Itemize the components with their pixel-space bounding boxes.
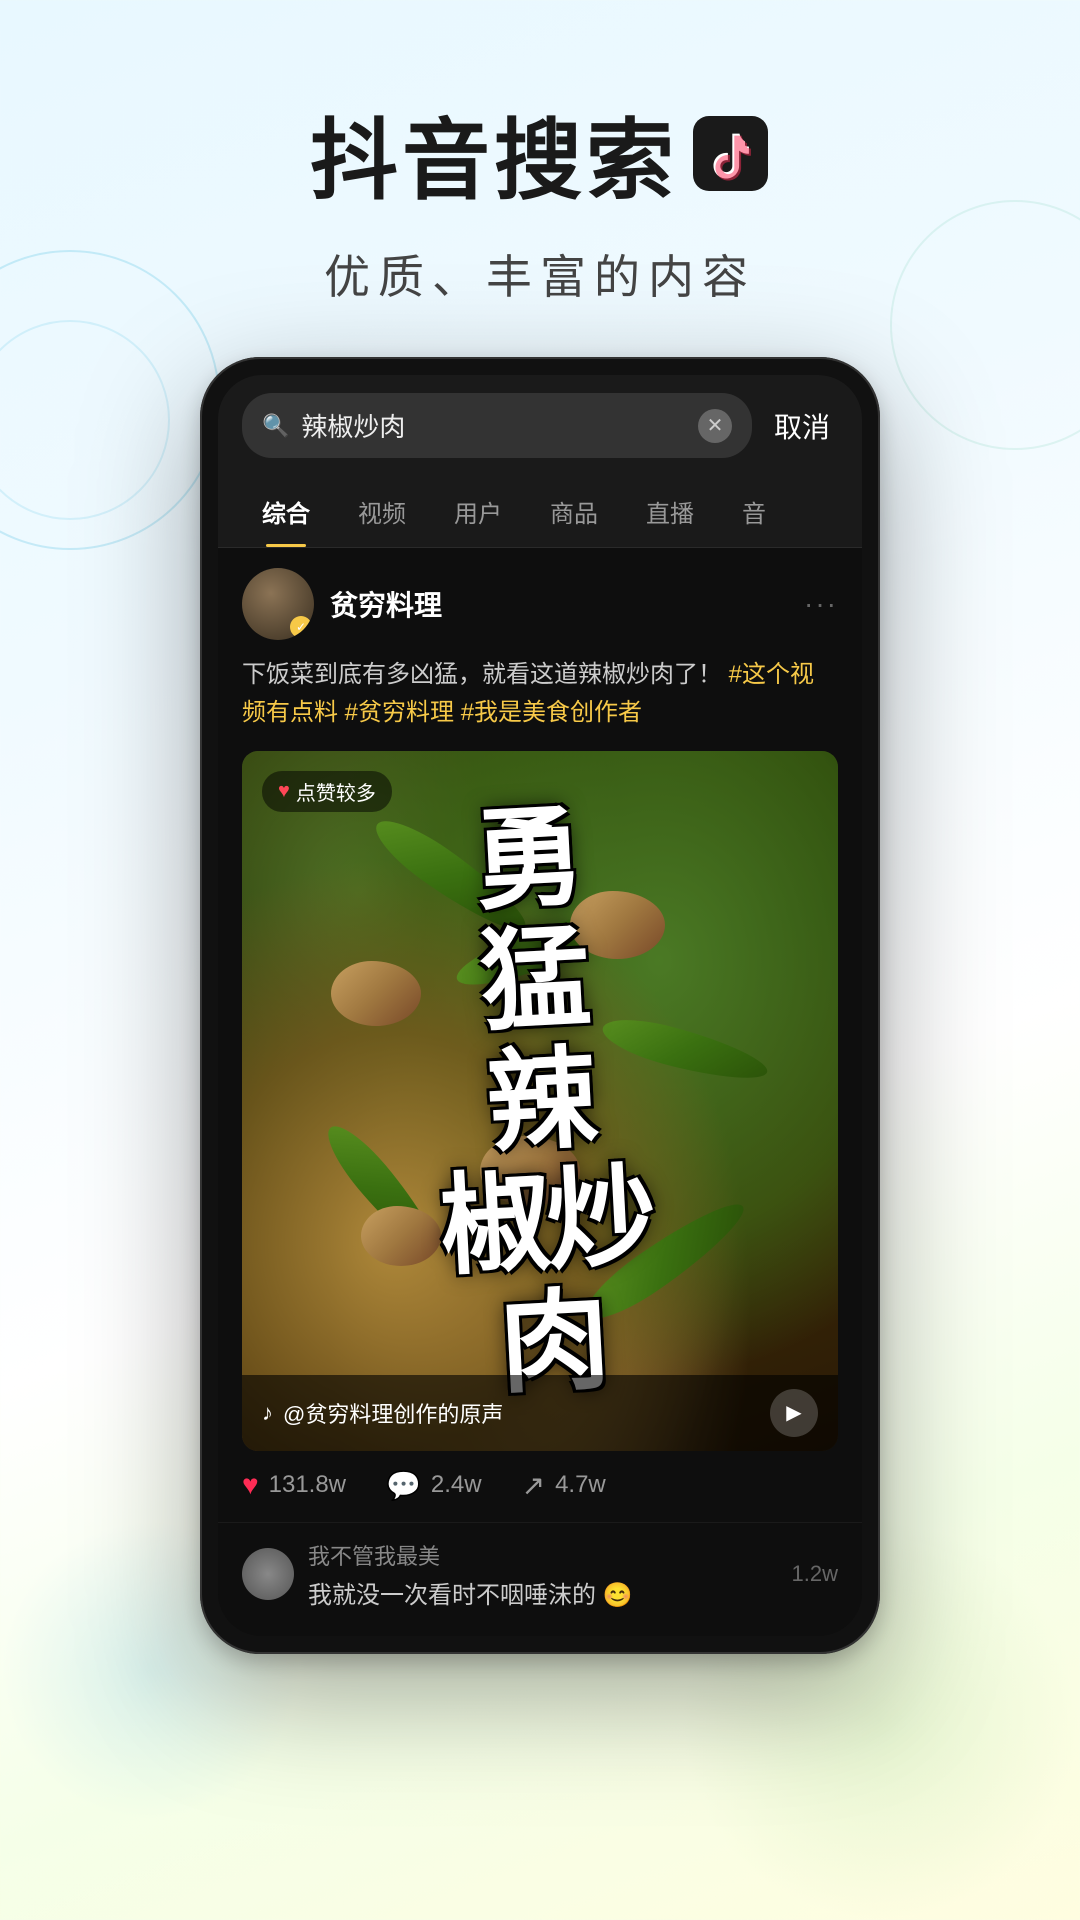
phone-screen: 🔍 辣椒炒肉 ✕ 取消 综合 视频 用户 商品 直播 音 — [218, 375, 862, 1636]
audio-info: ♪ @贫穷料理创作的原声 — [262, 1397, 503, 1429]
phone-container: 🔍 辣椒炒肉 ✕ 取消 综合 视频 用户 商品 直播 音 — [200, 357, 880, 1654]
tab-音[interactable]: 音 — [718, 476, 790, 547]
shares-number: 4.7w — [555, 1471, 606, 1499]
verified-badge: ✓ — [290, 616, 312, 638]
comment-username: 我不管我最美 — [308, 1539, 778, 1571]
likes-number: 131.8w — [269, 1471, 346, 1499]
hashtag-2[interactable]: #贫穷料理 — [345, 699, 454, 726]
search-input-wrapper[interactable]: 🔍 辣椒炒肉 ✕ — [242, 393, 752, 458]
user-card: ✓ 贫穷料理 ··· — [242, 568, 838, 640]
interaction-bar: ♥ 131.8w 💬 2.4w ↗ 4.7w — [242, 1451, 838, 1502]
cancel-button[interactable]: 取消 — [766, 406, 838, 446]
post-text-main: 下饭菜到底有多凶猛，就看这道辣椒炒肉了！ — [242, 661, 722, 688]
play-icon: ▶ — [786, 1400, 801, 1425]
comment-text: 我就没一次看时不咽唾沫的 😊 — [308, 1575, 778, 1610]
hashtag-3[interactable]: #我是美食创作者 — [461, 699, 642, 726]
video-thumbnail[interactable]: 勇猛辣椒炒肉 ♥ 点赞较多 ♪ @贫穷料理创作的原声 — [242, 751, 838, 1451]
comment-likes: 1.2w — [792, 1561, 838, 1587]
video-overlay-text: 勇猛辣椒炒肉 — [287, 798, 794, 1403]
clear-button[interactable]: ✕ — [698, 409, 732, 443]
comment-icon: 💬 — [386, 1469, 421, 1502]
comments-count[interactable]: 💬 2.4w — [386, 1469, 482, 1502]
app-title: 抖音搜索 — [0, 90, 1080, 217]
heart-icon: ♥ — [242, 1469, 259, 1501]
phone-outer: 🔍 辣椒炒肉 ✕ 取消 综合 视频 用户 商品 直播 音 — [200, 357, 880, 1654]
audio-bar[interactable]: ♪ @贫穷料理创作的原声 ▶ — [242, 1375, 838, 1451]
search-icon: 🔍 — [262, 413, 289, 439]
header-section: 抖音搜索 优质、丰富的内容 — [0, 0, 1080, 357]
tiktok-logo-icon — [693, 116, 768, 191]
more-options-button[interactable]: ··· — [804, 588, 838, 620]
tiktok-music-icon: ♪ — [262, 1400, 273, 1426]
likes-badge-text: 点赞较多 — [296, 777, 376, 806]
comment-preview: 我不管我最美 我就没一次看时不咽唾沫的 😊 1.2w — [218, 1522, 862, 1636]
tab-直播[interactable]: 直播 — [622, 476, 718, 547]
likes-count[interactable]: ♥ 131.8w — [242, 1469, 346, 1501]
subtitle: 优质、丰富的内容 — [0, 241, 1080, 307]
tiktok-logo — [690, 114, 770, 194]
comment-content: 我不管我最美 我就没一次看时不咽唾沫的 😊 — [308, 1539, 778, 1610]
tabs-row: 综合 视频 用户 商品 直播 音 — [218, 476, 862, 548]
user-avatar: ✓ — [242, 568, 314, 640]
shares-count[interactable]: ↗ 4.7w — [522, 1469, 606, 1502]
app-name: 抖音搜索 — [310, 90, 678, 217]
play-button[interactable]: ▶ — [770, 1389, 818, 1437]
tab-综合[interactable]: 综合 — [238, 476, 334, 547]
clear-icon: ✕ — [707, 413, 724, 438]
user-name: 贫穷料理 — [330, 584, 788, 624]
tab-商品[interactable]: 商品 — [526, 476, 622, 547]
video-big-text: 勇猛辣椒炒肉 — [271, 785, 809, 1416]
comment-row: 我不管我最美 我就没一次看时不咽唾沫的 😊 1.2w — [242, 1539, 838, 1610]
tab-用户[interactable]: 用户 — [430, 476, 526, 547]
search-query: 辣椒炒肉 — [301, 407, 686, 444]
comments-number: 2.4w — [431, 1471, 482, 1499]
heart-icon: ♥ — [278, 780, 290, 803]
share-icon: ↗ — [522, 1469, 545, 1502]
likes-badge: ♥ 点赞较多 — [262, 771, 392, 812]
page-wrapper: 抖音搜索 优质、丰富的内容 🔍 辣椒炒肉 ✕ — [0, 0, 1080, 1920]
comment-avatar — [242, 1548, 294, 1600]
content-area: ✓ 贫穷料理 ··· 下饭菜到底有多凶猛，就看这道辣椒炒肉了！ #这个视频有点料… — [218, 548, 862, 1522]
post-description: 下饭菜到底有多凶猛，就看这道辣椒炒肉了！ #这个视频有点料 #贫穷料理 #我是美… — [242, 656, 838, 733]
audio-label: @贫穷料理创作的原声 — [283, 1397, 503, 1429]
tab-视频[interactable]: 视频 — [334, 476, 430, 547]
search-bar-area: 🔍 辣椒炒肉 ✕ 取消 — [218, 375, 862, 476]
